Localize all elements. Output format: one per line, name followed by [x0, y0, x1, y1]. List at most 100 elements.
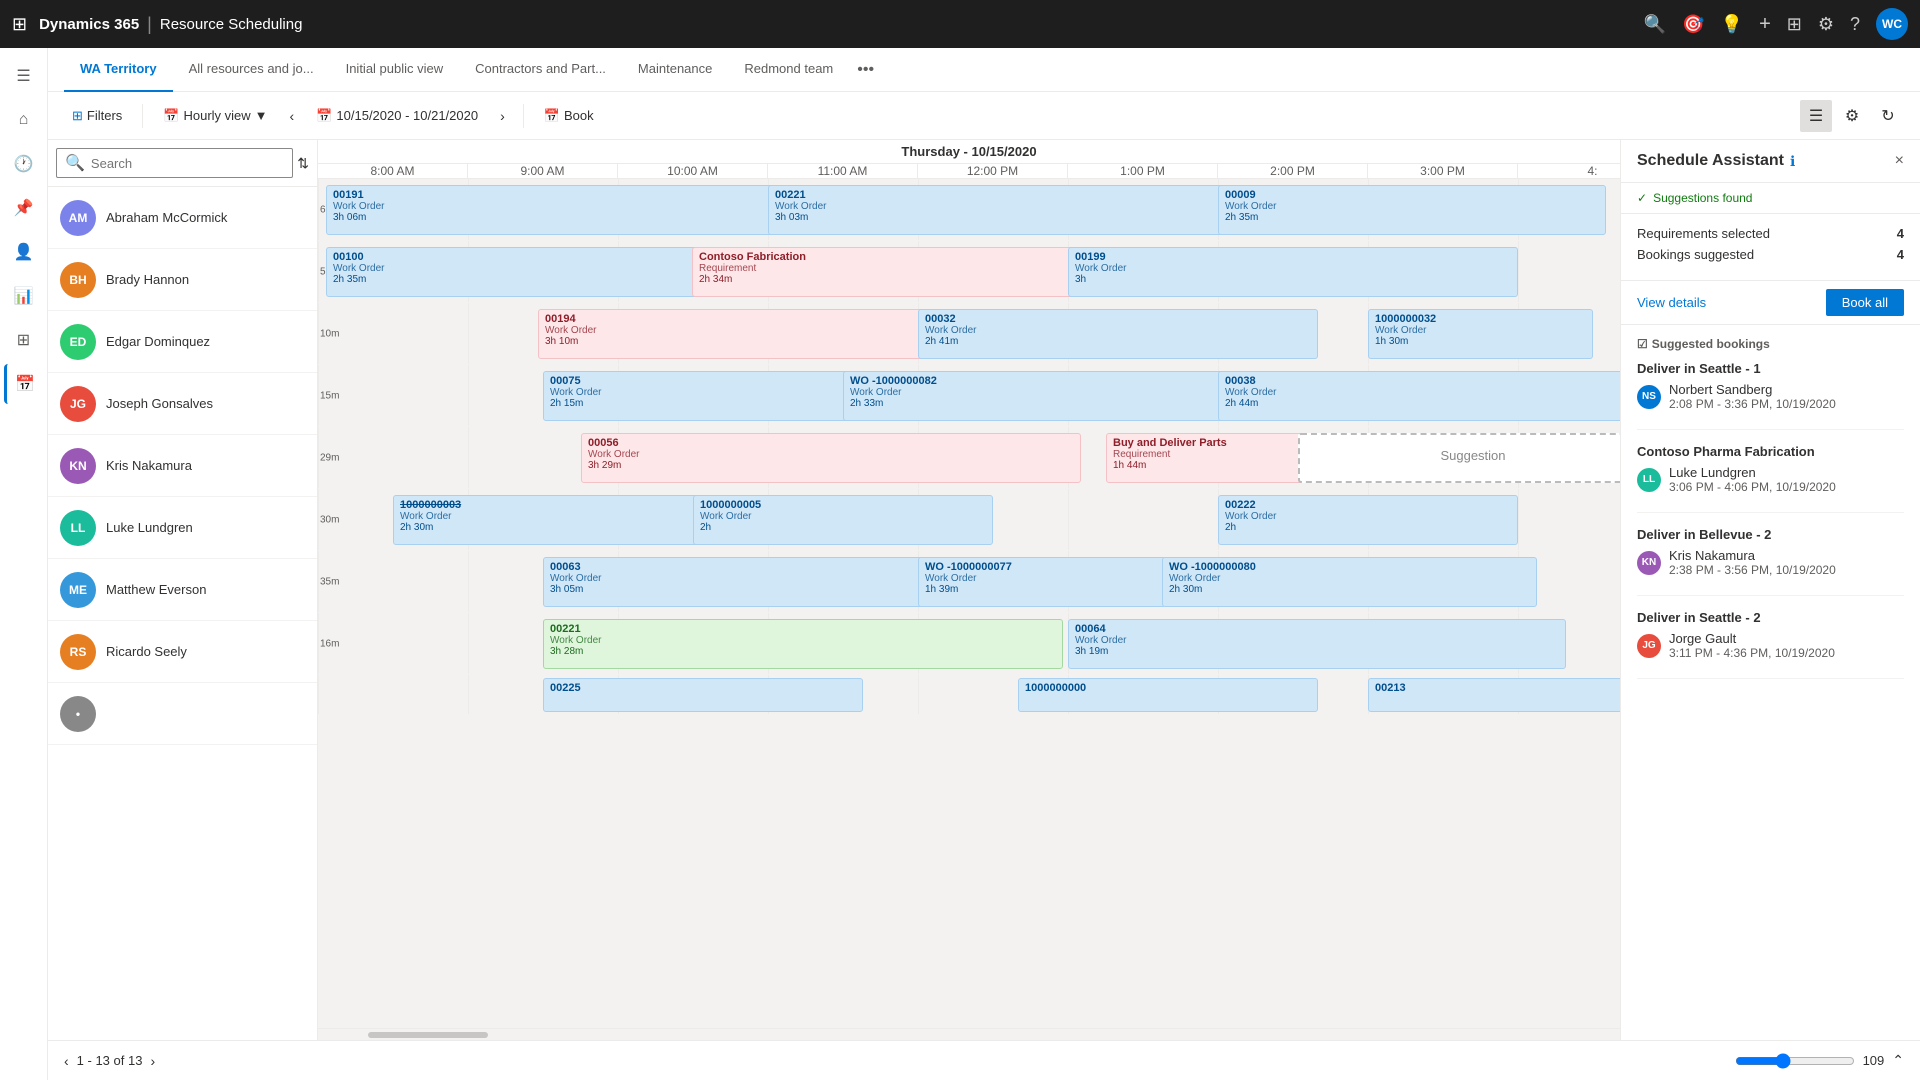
booking-00221-rs-title: 00221 — [550, 623, 1056, 635]
lightbulb-icon[interactable]: 💡 — [1721, 14, 1743, 35]
search-icon[interactable]: 🔍 — [1644, 14, 1666, 35]
tab-wa-territory[interactable]: WA Territory — [64, 48, 173, 92]
timeline-body: 6r 00191 Work Order 3h 06m 00221 — [318, 179, 1620, 1028]
toolbar: ⊞ Filters 📅 Hourly view ▼ ‹ 📅 10/15/2020… — [48, 92, 1920, 140]
resource-item-ed[interactable]: ED Edgar Dominquez — [48, 311, 317, 373]
resource-item-extra[interactable]: • — [48, 683, 317, 745]
sa-avatar-ll: LL — [1637, 468, 1661, 492]
grid-row-ll: 30m 1000000003 Work Order 2h 30m 1000000… — [318, 489, 1620, 551]
settings-icon[interactable]: ⚙ — [1818, 14, 1834, 35]
avatar-me: ME — [60, 572, 96, 608]
sidebar-calendar-icon[interactable]: 📅 — [4, 364, 44, 404]
offset-kn: 29m — [320, 452, 339, 463]
booking-00191-duration: 3h 06m — [333, 212, 789, 223]
booking-00038-duration: 2h 44m — [1225, 398, 1620, 409]
sa-title: Schedule Assistant — [1637, 152, 1784, 170]
resource-item-am[interactable]: AM Abraham McCormick — [48, 187, 317, 249]
sa-book-all-button[interactable]: Book all — [1826, 289, 1904, 316]
time-slot-9am: 9:00 AM — [468, 164, 618, 178]
sa-person-row-2: LL Luke Lundgren 3:06 PM - 4:06 PM, 10/1… — [1637, 465, 1904, 494]
brand-area: Dynamics 365 | Resource Scheduling — [39, 14, 302, 35]
collapse-button[interactable]: ⌃ — [1892, 1052, 1904, 1069]
booking-00225[interactable]: 00225 — [543, 678, 863, 712]
sidebar-reports-icon[interactable]: 📊 — [4, 276, 44, 316]
booking-00056[interactable]: 00056 Work Order 3h 29m — [581, 433, 1081, 483]
refresh-button[interactable]: ↻ — [1872, 100, 1904, 132]
booking-00038[interactable]: 00038 Work Order 2h 44m — [1218, 371, 1620, 421]
sidebar-menu-icon[interactable]: ☰ — [4, 56, 44, 96]
sa-suggestion-3-title: Deliver in Bellevue - 2 — [1637, 527, 1904, 542]
booking-1000000005-title: 1000000005 — [700, 499, 986, 511]
booking-00213[interactable]: 00213 — [1368, 678, 1620, 712]
booking-contoso-fab[interactable]: Contoso Fabrication Requirement 2h 34m — [692, 247, 1092, 297]
resource-item-kn[interactable]: KN Kris Nakamura — [48, 435, 317, 497]
book-calendar-icon: 📅 — [544, 108, 560, 124]
sort-button[interactable]: ⇅ — [297, 155, 309, 172]
search-input[interactable] — [91, 156, 284, 171]
sidebar-home-icon[interactable]: ⌂ — [4, 100, 44, 140]
booking-wo1000000077[interactable]: WO -1000000077 Work Order 1h 39m — [918, 557, 1166, 607]
view-label: Hourly view — [183, 108, 250, 123]
sa-close-button[interactable]: × — [1895, 152, 1904, 170]
add-icon[interactable]: + — [1759, 13, 1771, 36]
next-page-button[interactable]: › — [150, 1053, 155, 1069]
content-area: WA Territory All resources and jo... Ini… — [48, 48, 1920, 1080]
booking-1000000032[interactable]: 1000000032 Work Order 1h 30m — [1368, 309, 1593, 359]
sidebar-grid-icon[interactable]: ⊞ — [4, 320, 44, 360]
h-scrollbar[interactable] — [318, 1028, 1620, 1040]
booking-00221-rs[interactable]: 00221 Work Order 3h 28m — [543, 619, 1063, 669]
apps-grid-icon[interactable]: ⊞ — [12, 14, 27, 35]
booking-00100[interactable]: 00100 Work Order 2h 35m — [326, 247, 716, 297]
sidebar-pin-icon[interactable]: 📌 — [4, 188, 44, 228]
schedule-assistant-panel: Schedule Assistant ℹ × ✓ Suggestions fou… — [1620, 140, 1920, 1040]
tab-redmond-team[interactable]: Redmond team — [728, 48, 849, 92]
booking-00064[interactable]: 00064 Work Order 3h 19m — [1068, 619, 1566, 669]
tab-initial-public-view[interactable]: Initial public view — [330, 48, 460, 92]
book-button[interactable]: 📅 Book — [536, 104, 602, 128]
tab-maintenance[interactable]: Maintenance — [622, 48, 728, 92]
contact-icon[interactable]: 🎯 — [1682, 14, 1704, 35]
offset-ed: 10m — [320, 328, 339, 339]
top-navigation: ⊞ Dynamics 365 | Resource Scheduling 🔍 🎯… — [0, 0, 1920, 48]
resource-item-ll[interactable]: LL Luke Lundgren — [48, 497, 317, 559]
zoom-slider[interactable] — [1735, 1053, 1855, 1069]
user-avatar[interactable]: WC — [1876, 8, 1908, 40]
search-box[interactable]: 🔍 — [56, 148, 293, 178]
booking-00032[interactable]: 00032 Work Order 2h 41m — [918, 309, 1318, 359]
booking-00199[interactable]: 00199 Work Order 3h — [1068, 247, 1518, 297]
booking-00222[interactable]: 00222 Work Order 2h — [1218, 495, 1518, 545]
help-icon[interactable]: ? — [1850, 14, 1860, 35]
tab-all-resources[interactable]: All resources and jo... — [173, 48, 330, 92]
booking-1000000000[interactable]: 1000000000 — [1018, 678, 1318, 712]
sa-view-details-link[interactable]: View details — [1637, 295, 1818, 310]
resource-item-jg[interactable]: JG Joseph Gonsalves — [48, 373, 317, 435]
filter-funnel-icon: ⊞ — [72, 108, 83, 124]
booking-wo1000000082[interactable]: WO -1000000082 Work Order 2h 33m — [843, 371, 1223, 421]
booking-00009[interactable]: 00009 Work Order 2h 35m — [1218, 185, 1606, 235]
booking-00221-am[interactable]: 00221 Work Order 3h 03m — [768, 185, 1223, 235]
resource-item-rs[interactable]: RS Ricardo Seely — [48, 621, 317, 683]
tab-contractors[interactable]: Contractors and Part... — [459, 48, 622, 92]
resource-item-me[interactable]: ME Matthew Everson — [48, 559, 317, 621]
next-date-button[interactable]: › — [494, 104, 511, 128]
booking-00191[interactable]: 00191 Work Order 3h 06m — [326, 185, 796, 235]
settings-toolbar-button[interactable]: ⚙ — [1836, 100, 1868, 132]
tab-more[interactable]: ••• — [849, 48, 882, 92]
offset-jg: 15m — [320, 390, 339, 401]
prev-date-button[interactable]: ‹ — [284, 104, 301, 128]
sidebar-recent-icon[interactable]: 🕐 — [4, 144, 44, 184]
resource-item-bh[interactable]: BH Brady Hannon — [48, 249, 317, 311]
filter-button[interactable]: ⊞ Filters — [64, 104, 130, 128]
date-range-button[interactable]: 📅 10/15/2020 - 10/21/2020 — [308, 104, 486, 128]
filter-icon[interactable]: ⊞ — [1787, 14, 1802, 35]
booking-wo1000000080[interactable]: WO -1000000080 Work Order 2h 30m — [1162, 557, 1537, 607]
sa-info-icon[interactable]: ℹ — [1790, 153, 1795, 170]
sidebar-people-icon[interactable]: 👤 — [4, 232, 44, 272]
sa-time-4: 3:11 PM - 4:36 PM, 10/19/2020 — [1669, 646, 1835, 660]
list-view-button[interactable]: ☰ — [1800, 100, 1832, 132]
prev-page-button[interactable]: ‹ — [64, 1053, 69, 1069]
booking-1000000005[interactable]: 1000000005 Work Order 2h — [693, 495, 993, 545]
hourly-view-button[interactable]: 📅 Hourly view ▼ — [155, 104, 275, 128]
booking-suggestion-kn[interactable]: Suggestion — [1298, 433, 1620, 483]
booking-00075[interactable]: 00075 Work Order 2h 15m — [543, 371, 878, 421]
